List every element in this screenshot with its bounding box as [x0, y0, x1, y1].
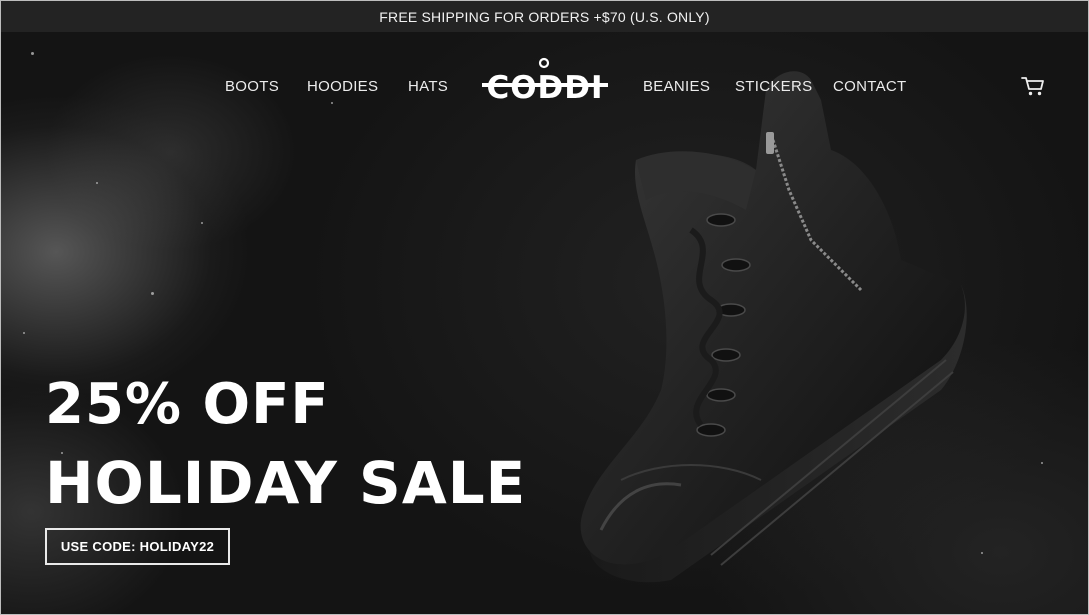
brand-logo[interactable]: CODDI [482, 57, 608, 106]
dust-speck [1041, 462, 1043, 464]
hero-headline-line2: HOLIDAY SALE [45, 449, 527, 517]
dust-speck [31, 52, 34, 55]
nav-item-hoodies[interactable]: HOODIES [307, 78, 378, 95]
nav-item-beanies[interactable]: BEANIES [643, 78, 710, 95]
promo-code-button[interactable]: USE CODE: HOLIDAY22 [45, 528, 230, 565]
nav-item-hats[interactable]: HATS [408, 78, 448, 95]
brand-logo-mark: CODDI [482, 57, 608, 106]
dust-speck [151, 292, 154, 295]
boot-product-image [580, 71, 967, 583]
hero-headline-line1: 25% OFF [45, 372, 330, 437]
nav-item-stickers[interactable]: STICKERS [735, 78, 812, 95]
dust-speck [23, 332, 25, 334]
page-frame: FREE SHIPPING FOR ORDERS +$70 (U.S. ONLY… [0, 0, 1089, 615]
dust-speck [331, 102, 333, 104]
announcement-bar: FREE SHIPPING FOR ORDERS +$70 (U.S. ONLY… [1, 1, 1088, 32]
nav-item-boots[interactable]: BOOTS [225, 78, 279, 95]
dust-speck [201, 222, 203, 224]
announcement-text: FREE SHIPPING FOR ORDERS +$70 (U.S. ONLY… [379, 8, 710, 25]
cart-icon[interactable] [1020, 75, 1046, 97]
nav-item-contact[interactable]: CONTACT [833, 78, 906, 95]
dust-speck [96, 182, 98, 184]
